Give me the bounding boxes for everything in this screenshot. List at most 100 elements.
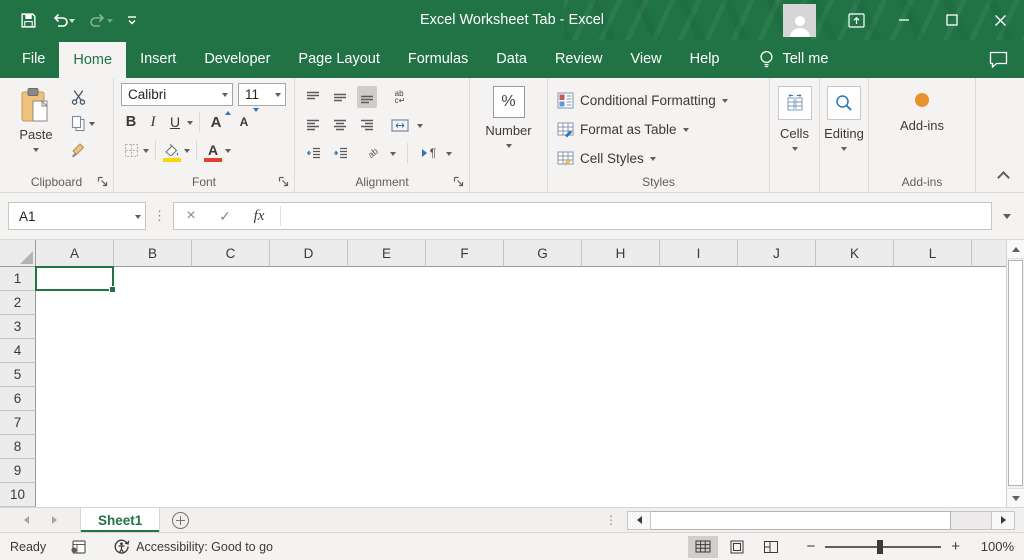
- tell-me-box[interactable]: Tell me: [749, 40, 838, 78]
- addins-button[interactable]: Add-ins: [869, 93, 975, 133]
- text-direction-dropdown-icon[interactable]: [446, 152, 452, 159]
- number-format-button[interactable]: % Number: [485, 86, 531, 192]
- row-header[interactable]: 9: [0, 459, 36, 483]
- ribbon-tab[interactable]: Data: [482, 40, 541, 78]
- enter-icon[interactable]: ✓: [208, 208, 242, 225]
- increase-indent-button[interactable]: [330, 142, 350, 164]
- paste-button[interactable]: Paste: [6, 83, 66, 171]
- redo-button[interactable]: [83, 6, 119, 34]
- formula-bar-splitter[interactable]: ⋮: [146, 208, 173, 224]
- zoom-out-icon[interactable]: −: [800, 538, 821, 555]
- ribbon-tab[interactable]: View: [616, 40, 675, 78]
- paste-dropdown-icon[interactable]: [33, 148, 39, 155]
- user-avatar[interactable]: [783, 4, 816, 37]
- row-header[interactable]: 6: [0, 387, 36, 411]
- bold-button[interactable]: B: [121, 111, 141, 133]
- copy-button[interactable]: [70, 113, 95, 133]
- scroll-right-button[interactable]: [991, 511, 1015, 530]
- editing-dropdown-icon[interactable]: [841, 147, 847, 154]
- formula-input[interactable]: [285, 209, 991, 224]
- cut-button[interactable]: [70, 87, 95, 107]
- accessibility-status[interactable]: Accessibility: Good to go: [113, 538, 273, 555]
- align-left-button[interactable]: [303, 114, 323, 136]
- new-sheet-button[interactable]: [160, 508, 200, 532]
- font-size-input[interactable]: [245, 87, 275, 102]
- column-header[interactable]: F: [426, 240, 504, 267]
- text-direction-button[interactable]: ¶: [419, 142, 439, 164]
- zoom-level[interactable]: 100%: [970, 539, 1014, 554]
- zoom-slider-thumb[interactable]: [877, 540, 883, 554]
- font-dialog-launcher[interactable]: [276, 174, 290, 188]
- zoom-in-icon[interactable]: +: [945, 538, 966, 555]
- vertical-scrollbar[interactable]: [1006, 240, 1024, 507]
- ribbon-tab[interactable]: Help: [676, 40, 734, 78]
- macro-record-button[interactable]: [70, 539, 87, 555]
- borders-button[interactable]: [121, 139, 141, 161]
- fill-color-button[interactable]: [162, 139, 182, 161]
- underline-dropdown-icon[interactable]: [187, 121, 193, 128]
- font-name-combo[interactable]: [121, 83, 233, 106]
- scroll-up-button[interactable]: [1007, 240, 1024, 259]
- row-header[interactable]: 10: [0, 483, 36, 507]
- cell-styles-dropdown-icon[interactable]: [650, 157, 656, 164]
- editing-button[interactable]: Editing: [820, 86, 868, 154]
- clipboard-dialog-launcher[interactable]: [95, 174, 109, 188]
- fill-handle[interactable]: [109, 286, 116, 293]
- decrease-indent-button[interactable]: [303, 142, 323, 164]
- select-all-button[interactable]: [0, 240, 36, 267]
- column-header[interactable]: E: [348, 240, 426, 267]
- decrease-font-size-button[interactable]: A: [234, 111, 254, 133]
- align-right-button[interactable]: [357, 114, 377, 136]
- merge-center-button[interactable]: [390, 114, 410, 136]
- align-top-button[interactable]: [303, 86, 323, 108]
- save-button[interactable]: [14, 6, 43, 34]
- copy-dropdown-icon[interactable]: [89, 122, 95, 129]
- cells-canvas[interactable]: [36, 267, 1006, 507]
- conditional-formatting-button[interactable]: Conditional Formatting: [548, 86, 769, 115]
- minimize-button[interactable]: [880, 0, 928, 40]
- underline-button[interactable]: U: [165, 111, 185, 133]
- font-size-combo[interactable]: [238, 83, 286, 106]
- increase-font-size-button[interactable]: A: [206, 111, 226, 133]
- ribbon-tab[interactable]: Insert: [126, 40, 190, 78]
- ribbon-tab[interactable]: Formulas: [394, 40, 482, 78]
- close-button[interactable]: [976, 0, 1024, 40]
- next-sheet-button[interactable]: [40, 508, 68, 532]
- row-header[interactable]: 4: [0, 339, 36, 363]
- active-cell-selection[interactable]: [35, 266, 114, 291]
- scroll-down-button[interactable]: [1007, 488, 1024, 507]
- ribbon-tab[interactable]: Review: [541, 40, 617, 78]
- undo-button[interactable]: [45, 6, 81, 34]
- column-header[interactable]: J: [738, 240, 816, 267]
- align-bottom-button[interactable]: [357, 86, 377, 108]
- scroll-left-button[interactable]: [627, 511, 651, 530]
- page-break-view-button[interactable]: [756, 536, 786, 558]
- cells-button[interactable]: Cells: [770, 86, 819, 154]
- font-name-dropdown-icon[interactable]: [222, 93, 228, 100]
- name-box-dropdown-icon[interactable]: [135, 215, 141, 222]
- wrap-text-button[interactable]: abc↵: [390, 86, 410, 108]
- ribbon-tab[interactable]: Page Layout: [284, 40, 393, 78]
- normal-view-button[interactable]: [688, 536, 718, 558]
- font-size-dropdown-icon[interactable]: [275, 93, 281, 100]
- column-header[interactable]: D: [270, 240, 348, 267]
- fill-color-dropdown-icon[interactable]: [184, 149, 190, 156]
- align-center-button[interactable]: [330, 114, 350, 136]
- collapse-ribbon-icon[interactable]: [997, 171, 1010, 184]
- sheetbar-splitter[interactable]: ⋮: [605, 513, 617, 527]
- orientation-dropdown-icon[interactable]: [390, 152, 396, 159]
- number-dropdown-icon[interactable]: [506, 144, 512, 151]
- conditional-formatting-dropdown-icon[interactable]: [722, 99, 728, 106]
- row-header[interactable]: 2: [0, 291, 36, 315]
- zoom-slider[interactable]: [825, 540, 941, 554]
- column-header[interactable]: I: [660, 240, 738, 267]
- name-box-input[interactable]: [19, 209, 135, 224]
- maximize-button[interactable]: [928, 0, 976, 40]
- column-header[interactable]: C: [192, 240, 270, 267]
- column-header[interactable]: A: [36, 240, 114, 267]
- ribbon-tab[interactable]: File: [8, 40, 59, 78]
- cancel-icon[interactable]: ×: [174, 207, 208, 225]
- ribbon-display-options-button[interactable]: [832, 0, 880, 40]
- alignment-dialog-launcher[interactable]: [451, 174, 465, 188]
- row-header[interactable]: 5: [0, 363, 36, 387]
